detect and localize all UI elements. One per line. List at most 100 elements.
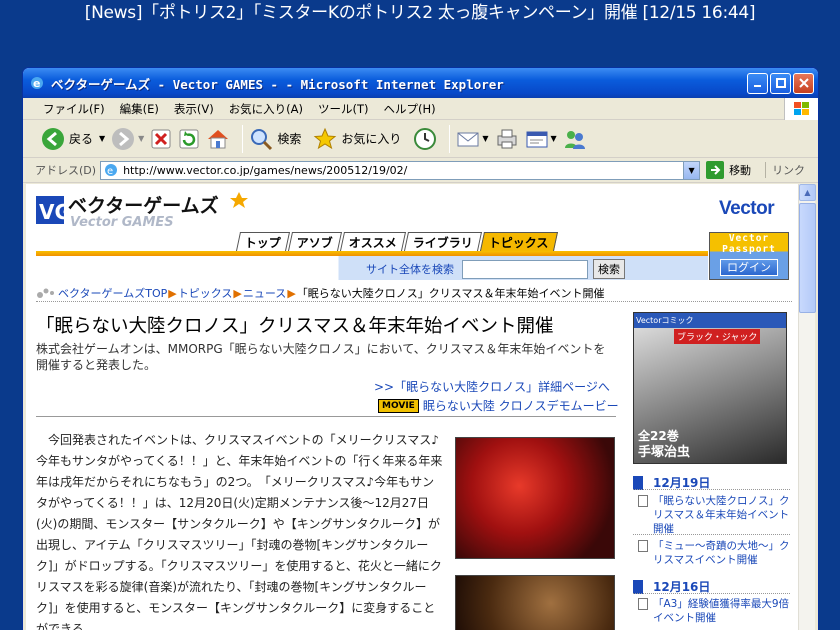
home-button[interactable]	[206, 128, 230, 150]
edit-dropdown-icon[interactable]: ▼	[551, 134, 557, 143]
address-url: http://www.vector.co.jp/games/news/20051…	[123, 163, 408, 177]
stop-button[interactable]	[150, 128, 172, 150]
breadcrumb-divider	[36, 301, 792, 302]
document-icon	[638, 495, 648, 507]
title-bar[interactable]: e ベクターゲームズ - Vector GAMES - - Microsoft …	[23, 68, 818, 98]
maximize-icon	[775, 78, 786, 88]
vertical-scrollbar[interactable]: ▲	[798, 184, 816, 630]
printer-icon	[497, 129, 517, 148]
sidebar-divider	[633, 593, 790, 594]
svg-text:e: e	[33, 77, 40, 90]
back-label: 戻る	[69, 132, 94, 146]
chevron-down-icon: ▼	[688, 165, 695, 175]
tab-topics[interactable]: トピックス	[480, 232, 558, 251]
date-marker	[633, 475, 643, 490]
links-toolbar[interactable]: リンク	[765, 162, 805, 178]
stop-icon	[151, 129, 171, 148]
mail-button[interactable]: ▼	[456, 129, 489, 149]
breadcrumb-news[interactable]: ニュース	[243, 285, 286, 301]
site-nav: トップ アソブ オススメ ライブラリ トピックス	[235, 232, 558, 251]
address-bar: アドレス(D) e http://www.vector.co.jp/games/…	[23, 158, 818, 183]
history-button[interactable]	[413, 127, 437, 151]
close-icon	[798, 78, 809, 88]
favorites-label: お気に入り	[341, 132, 402, 146]
maximize-button[interactable]	[770, 72, 791, 94]
menu-view[interactable]: 表示(V)	[174, 101, 214, 117]
sidebar-news-item[interactable]: 「ミュー〜奇蹟の大地〜」クリスマスイベント開催	[638, 539, 790, 567]
star-icon	[314, 127, 337, 149]
tab-asobu[interactable]: アソブ	[287, 232, 343, 251]
movie-link[interactable]: 眠らない大陸 クロノスデモムービー	[423, 397, 619, 414]
ad-author: 手塚治虫	[638, 445, 691, 460]
search-label: 検索	[277, 132, 302, 146]
date-marker	[633, 579, 643, 594]
ad-header: Vectorコミック	[634, 313, 786, 328]
site-search-button[interactable]: 検索	[593, 259, 625, 279]
menu-help[interactable]: ヘルプ(H)	[384, 101, 436, 117]
history-icon	[414, 127, 437, 150]
forward-dropdown-icon[interactable]: ▼	[138, 134, 144, 143]
mail-dropdown-icon[interactable]: ▼	[482, 134, 488, 143]
search-button[interactable]: 検索	[249, 127, 307, 151]
paw-icon	[37, 288, 54, 298]
windows-flag-icon	[784, 98, 818, 120]
tab-library[interactable]: ライブラリ	[404, 232, 483, 251]
screenshot-caption: [News]「ポトリス2」「ミスターKのポトリス2 太っ腹キャンペーン」開催 […	[84, 3, 756, 23]
sidebar-news-item[interactable]: 「A3」経験値獲得率最大9倍イベント開催	[638, 597, 790, 625]
edit-page-icon	[526, 131, 548, 147]
vector-passport: Vector Passport ログイン	[709, 232, 789, 280]
refresh-icon	[179, 129, 199, 148]
site-search-input[interactable]	[462, 259, 588, 279]
edit-button[interactable]: ▼	[525, 129, 557, 149]
scrollbar-thumb[interactable]	[799, 203, 816, 313]
search-icon	[251, 128, 273, 150]
scroll-up-button[interactable]: ▲	[799, 184, 816, 201]
home-icon	[208, 129, 229, 148]
messenger-button[interactable]	[563, 128, 587, 150]
passport-line1: Vector	[728, 233, 770, 244]
tab-top[interactable]: トップ	[235, 232, 291, 251]
back-arrow-icon	[42, 127, 64, 150]
vector-games-logo[interactable]: VG ベクターゲームズ Vector GAMES	[36, 190, 296, 228]
login-button[interactable]: ログイン	[720, 259, 778, 276]
favorites-button[interactable]: お気に入り	[313, 127, 407, 151]
article-divider	[36, 416, 616, 417]
mail-icon	[457, 132, 479, 146]
sidebar-divider	[633, 489, 790, 490]
breadcrumb-arrow-icon: ▶	[287, 286, 296, 300]
go-label: 移動	[729, 164, 752, 177]
menu-tools[interactable]: ツール(T)	[318, 101, 369, 117]
address-input[interactable]: e http://www.vector.co.jp/games/news/200…	[100, 160, 701, 180]
sidebar-news-item[interactable]: 「眠らない大陸クロノス」クリスマス＆年末年始イベント開催	[638, 494, 790, 536]
address-label: アドレス(D)	[35, 164, 97, 177]
detail-page-link[interactable]: >>「眠らない大陸クロノス」詳細ページへ	[374, 378, 610, 395]
logo-text: ベクターゲームズ	[68, 194, 219, 217]
print-button[interactable]	[495, 128, 519, 150]
address-dropdown-button[interactable]: ▼	[683, 161, 700, 179]
vector-logo[interactable]: Vector	[719, 198, 775, 220]
close-button[interactable]	[793, 72, 814, 94]
site-search-label: サイト全体を検索	[366, 263, 454, 276]
breadcrumb-current: 「眠らない大陸クロノス」クリスマス＆年末年始イベント開催	[296, 287, 605, 300]
toolbar-separator	[449, 124, 451, 153]
menu-favorites[interactable]: お気に入り(A)	[229, 101, 303, 117]
ie-window: e ベクターゲームズ - Vector GAMES - - Microsoft …	[22, 67, 819, 630]
go-button[interactable]: 移動	[706, 161, 751, 179]
minimize-button[interactable]	[747, 72, 768, 94]
event-screenshot-1[interactable]	[455, 437, 615, 559]
breadcrumb-arrow-icon: ▶	[168, 286, 177, 300]
menu-edit[interactable]: 編集(E)	[120, 101, 159, 117]
breadcrumb-top[interactable]: ベクターゲームズTOP	[58, 285, 167, 301]
breadcrumb-topics[interactable]: トピックス	[178, 285, 233, 301]
chevron-up-icon: ▲	[804, 188, 811, 197]
tab-osusume[interactable]: オススメ	[340, 232, 407, 251]
menu-file[interactable]: ファイル(F)	[43, 101, 105, 117]
back-dropdown-icon[interactable]: ▼	[99, 134, 105, 143]
event-screenshot-2[interactable]	[455, 575, 615, 630]
back-button[interactable]: 戻る ▼	[41, 127, 105, 151]
toolbar: 戻る ▼ ▼ 検索 お気に入り ▼ ▼	[23, 120, 818, 158]
forward-button[interactable]: ▼	[111, 127, 144, 151]
breadcrumb-arrow-icon: ▶	[233, 286, 242, 300]
comic-ad-banner[interactable]: Vectorコミック ブラック・ジャック 全22巻 手塚治虫	[633, 312, 787, 464]
refresh-button[interactable]	[178, 128, 200, 150]
